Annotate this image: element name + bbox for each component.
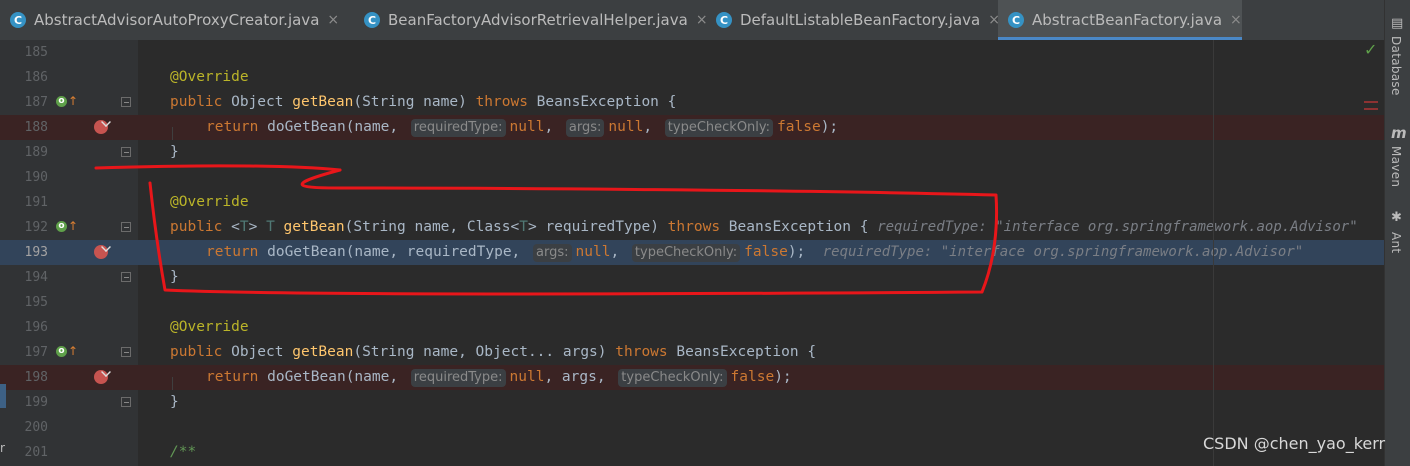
watermark: CSDN @chen_yao_kerr [1203,434,1386,453]
red-loop-stroke [148,168,999,296]
red-underline-stroke [94,164,342,172]
red-annotation [94,164,999,296]
